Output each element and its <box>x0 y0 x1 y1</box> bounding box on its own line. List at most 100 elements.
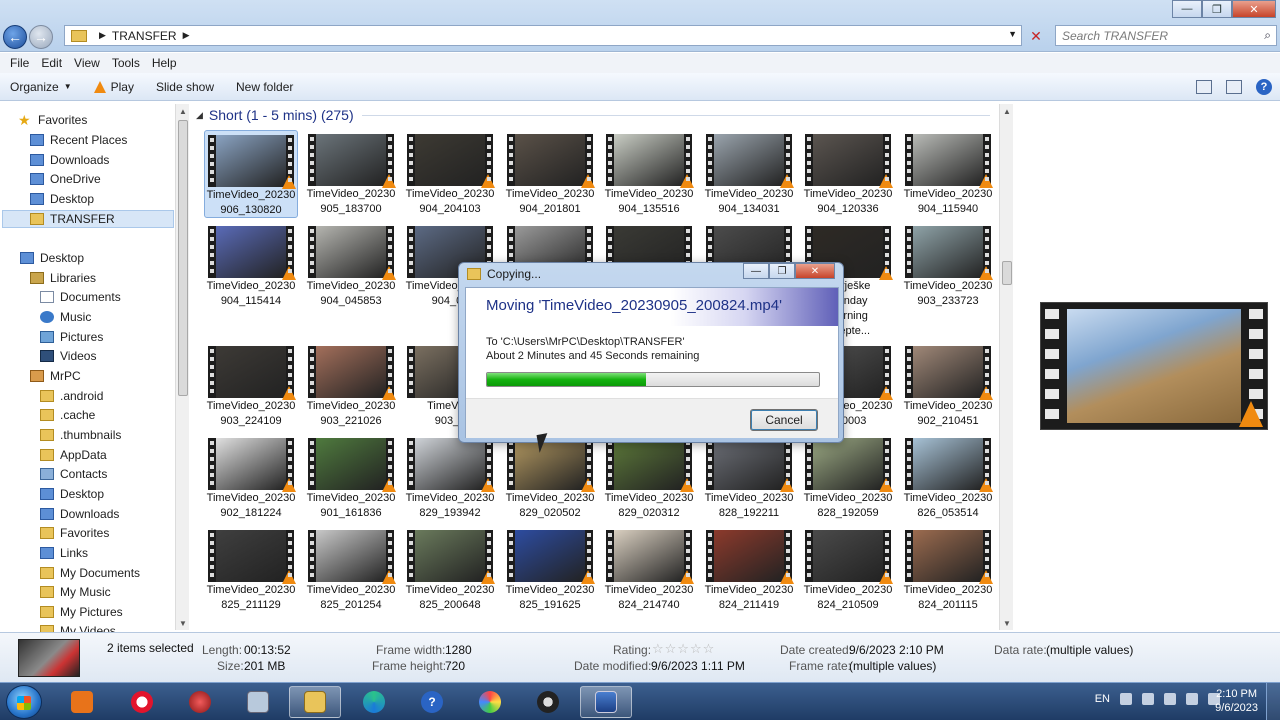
nav-my-music[interactable]: My Music <box>40 583 111 601</box>
language-indicator[interactable]: EN <box>1095 693 1110 705</box>
nav-contacts[interactable]: Contacts <box>40 465 107 483</box>
nav-recent-places[interactable]: Recent Places <box>30 131 127 149</box>
tray-arrow-icon[interactable] <box>1120 693 1132 705</box>
scroll-down-arrow[interactable]: ▼ <box>1000 616 1014 630</box>
video-file-tile[interactable]: TimeVideo_20230 904_135516 <box>602 130 696 216</box>
show-desktop-button[interactable] <box>1266 683 1280 720</box>
video-file-tile[interactable]: TimeVideo_20230 824_211419 <box>702 526 796 612</box>
slideshow-button[interactable]: Slide show <box>156 80 214 94</box>
video-file-tile[interactable]: TimeVideo_20230 904_045853 <box>304 222 398 308</box>
menu-help[interactable]: Help <box>146 56 183 70</box>
video-file-tile[interactable]: TimeVideo_20230 828_192211 <box>702 434 796 520</box>
video-file-tile[interactable]: TimeVideo_20230 904_201801 <box>503 130 597 216</box>
nav-mrpc[interactable]: MrPC <box>30 367 81 385</box>
video-file-tile[interactable]: TimeVideo_20230 824_214740 <box>602 526 696 612</box>
nav-my-documents[interactable]: My Documents <box>40 564 140 582</box>
video-file-tile[interactable]: TimeVideo_20230 903_224109 <box>204 342 298 428</box>
video-file-tile[interactable]: TimeVideo_20230 904_120336 <box>801 130 895 216</box>
group-header[interactable]: ◢ Short (1 - 5 mins) (275) <box>196 106 354 124</box>
nav-appdata[interactable]: AppData <box>40 446 107 464</box>
scroll-up-arrow[interactable]: ▲ <box>1000 104 1014 118</box>
view-options-icon[interactable] <box>1196 80 1212 94</box>
taskbar-copy-dialog[interactable] <box>580 686 632 718</box>
video-file-tile[interactable]: TimeVideo_20230 906_130820 <box>204 130 298 218</box>
collapse-triangle-icon[interactable]: ◢ <box>196 110 203 121</box>
video-file-tile[interactable]: TimeVideo_20230 825_200648 <box>403 526 497 612</box>
rating-stars[interactable]: ☆☆☆☆☆ <box>652 641 715 657</box>
video-file-tile[interactable]: TimeVideo_20230 904_134031 <box>702 130 796 216</box>
close-button[interactable]: ✕ <box>1232 0 1276 18</box>
video-file-tile[interactable]: TimeVideo_20230 825_201254 <box>304 526 398 612</box>
taskbar-obs[interactable] <box>522 686 574 718</box>
breadcrumb-transfer[interactable]: TRANSFER <box>112 29 177 43</box>
video-file-tile[interactable]: TimeVideo_20230 903_233723 <box>901 222 995 308</box>
nav-thumbnails[interactable]: .thumbnails <box>40 426 121 444</box>
nav-libraries[interactable]: Libraries <box>30 269 96 287</box>
nav-videos[interactable]: Videos <box>40 347 96 365</box>
start-button[interactable] <box>6 685 42 719</box>
menu-tools[interactable]: Tools <box>106 56 146 70</box>
video-file-tile[interactable]: TimeVideo_20230 829_020312 <box>602 434 696 520</box>
taskbar-media-player[interactable] <box>56 686 108 718</box>
taskbar-edge[interactable] <box>348 686 400 718</box>
scroll-down-arrow[interactable]: ▼ <box>176 616 190 630</box>
preview-pane-icon[interactable] <box>1226 80 1242 94</box>
video-file-tile[interactable]: TimeVideo_20230 824_201115 <box>901 526 995 612</box>
nav-music[interactable]: Music <box>40 308 91 326</box>
video-file-tile[interactable]: TimeVideo_20230 903_221026 <box>304 342 398 428</box>
video-file-tile[interactable]: TimeVideo_20230 825_211129 <box>204 526 298 612</box>
menu-file[interactable]: File <box>4 56 35 70</box>
video-file-tile[interactable]: TimeVideo_20230 904_115414 <box>204 222 298 308</box>
nav-favorites[interactable]: ★ Favorites <box>18 111 87 129</box>
video-file-tile[interactable]: TimeVideo_20230 904_204103 <box>403 130 497 216</box>
chevron-down-icon[interactable]: ▼ <box>1008 29 1017 39</box>
search-input[interactable]: Search TRANSFER ⌕ <box>1055 25 1277 46</box>
video-file-tile[interactable]: TimeVideo_20230 824_210509 <box>801 526 895 612</box>
address-bar[interactable]: ▶ TRANSFER ▶ ▼ <box>64 25 1022 46</box>
back-button[interactable]: ← <box>3 25 27 49</box>
chevron-right-icon[interactable]: ▶ <box>183 30 190 41</box>
taskbar-help[interactable]: ? <box>406 686 458 718</box>
nav-scroll-thumb[interactable] <box>178 120 188 396</box>
taskbar-paint[interactable] <box>464 686 516 718</box>
taskbar-opera[interactable] <box>116 686 168 718</box>
cancel-button[interactable]: Cancel <box>750 409 818 431</box>
video-file-tile[interactable]: TimeVideo_20230 826_053514 <box>901 434 995 520</box>
video-file-tile[interactable]: TimeVideo_20230 902_210451 <box>901 342 995 428</box>
nav-android[interactable]: .android <box>40 387 103 405</box>
organize-button[interactable]: Organize ▼ <box>10 80 72 94</box>
dialog-maximize-button[interactable]: ❐ <box>769 263 795 279</box>
forward-button[interactable]: → <box>29 25 53 49</box>
minimize-button[interactable]: — <box>1172 0 1202 18</box>
nav-desktop-fav[interactable]: Desktop <box>30 190 94 208</box>
network-icon[interactable] <box>1142 693 1154 705</box>
scroll-up-arrow[interactable]: ▲ <box>176 104 190 118</box>
nav-desktop[interactable]: Desktop <box>20 249 84 267</box>
taskbar-explorer[interactable] <box>289 686 341 718</box>
content-scrollbar[interactable]: ▲ ▼ <box>999 104 1013 630</box>
search-icon[interactable]: ⌕ <box>1264 28 1271 43</box>
chevron-right-icon[interactable]: ▶ <box>99 30 106 41</box>
nav-favorites-user[interactable]: Favorites <box>40 524 109 542</box>
nav-links[interactable]: Links <box>40 544 88 562</box>
nav-desktop-user[interactable]: Desktop <box>40 485 104 503</box>
video-file-tile[interactable]: TimeVideo_20230 905_183700 <box>304 130 398 216</box>
video-file-tile[interactable]: TimeVideo_20230 825_191625 <box>503 526 597 612</box>
play-button[interactable]: Play <box>93 80 134 94</box>
volume-icon[interactable] <box>1164 693 1176 705</box>
video-file-tile[interactable]: TimeVideo_20230 829_193942 <box>403 434 497 520</box>
menu-edit[interactable]: Edit <box>35 56 68 70</box>
nav-pictures[interactable]: Pictures <box>40 328 103 346</box>
taskbar-app-red[interactable] <box>174 686 226 718</box>
flag-icon[interactable] <box>1186 693 1198 705</box>
dialog-minimize-button[interactable]: — <box>743 263 769 279</box>
stop-icon[interactable]: ✕ <box>1026 27 1046 45</box>
nav-transfer[interactable]: TRANSFER <box>30 210 115 228</box>
video-file-tile[interactable]: TimeVideo_20230 902_181224 <box>204 434 298 520</box>
video-file-tile[interactable]: TimeVideo_20230 904_115940 <box>901 130 995 216</box>
nav-my-pictures[interactable]: My Pictures <box>40 603 123 621</box>
taskbar-magnifier[interactable] <box>232 686 284 718</box>
clock[interactable]: 2:10 PM 9/6/2023 <box>1215 687 1258 715</box>
nav-downloads-user[interactable]: Downloads <box>40 505 119 523</box>
maximize-button[interactable]: ❐ <box>1202 0 1232 18</box>
